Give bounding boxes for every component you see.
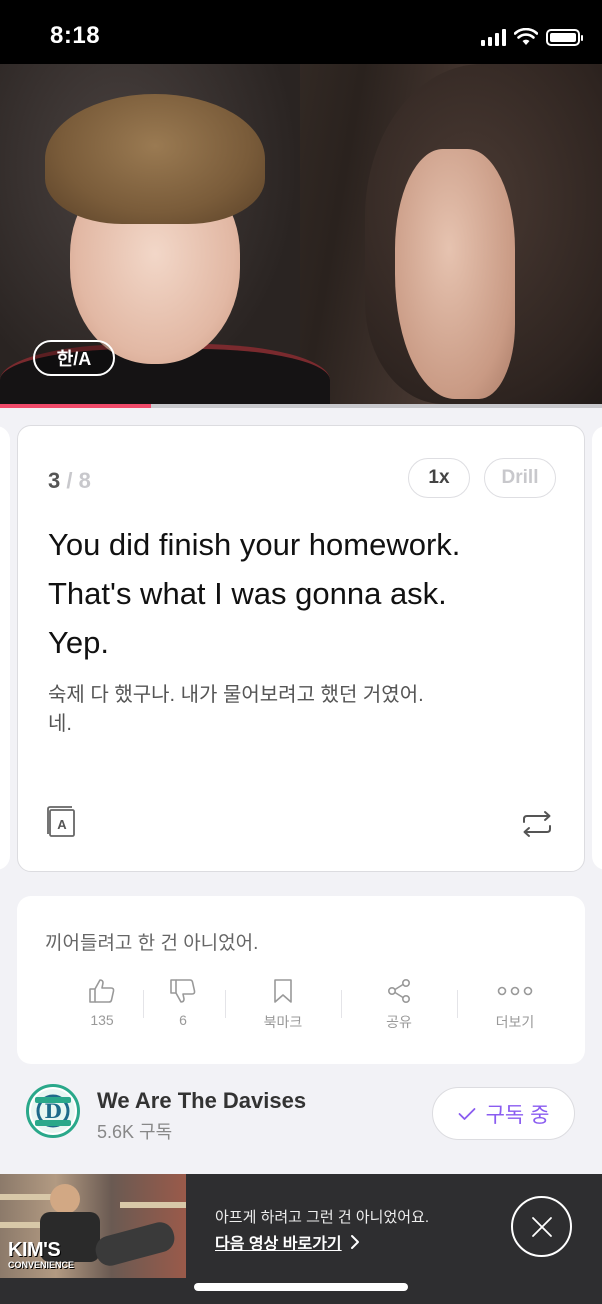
english-subtitles: You did finish your homework. That's wha…	[48, 520, 568, 667]
drill-button[interactable]: Drill	[484, 458, 556, 498]
channel-avatar[interactable]: D	[26, 1084, 80, 1138]
more-button[interactable]: 더보기	[475, 978, 555, 1032]
like-button[interactable]: 135	[62, 978, 142, 1028]
thumbs-down-icon	[170, 979, 196, 1003]
english-line[interactable]: Yep.	[48, 618, 568, 667]
next-line-panel: 끼어들려고 한 건 아니었어. 135 6 북마크 공유 더보기	[17, 896, 585, 1064]
video-player[interactable]: 한/A	[0, 64, 602, 404]
more-icon	[497, 986, 533, 996]
korean-subtitles: 숙제 다 했구나. 내가 물어보려고 했던 거였어. 네.	[48, 681, 568, 739]
bookmark-icon	[274, 979, 292, 1003]
english-line[interactable]: You did finish your homework.	[48, 520, 568, 569]
english-line[interactable]: That's what I was gonna ask.	[48, 569, 568, 618]
korean-line: 네.	[48, 713, 72, 735]
home-indicator[interactable]	[194, 1283, 408, 1291]
battery-icon	[546, 29, 583, 46]
korean-line: 숙제 다 했구나. 내가 물어보려고 했던 거였어.	[48, 684, 424, 706]
status-bar: 8:18	[0, 0, 602, 64]
action-bar: 135 6 북마크 공유 더보기	[45, 978, 565, 1038]
video-progress-bar[interactable]	[0, 404, 602, 408]
card-counter: 3 / 8	[48, 468, 91, 493]
card-current: 3	[48, 468, 61, 493]
speed-button[interactable]: 1x	[408, 458, 470, 498]
thumbs-up-icon	[89, 979, 115, 1003]
dictionary-icon[interactable]: A	[46, 806, 76, 838]
signal-icon	[481, 28, 506, 46]
check-icon	[458, 1107, 475, 1120]
subtitle-language-toggle[interactable]: 한/A	[33, 340, 115, 376]
close-icon	[531, 1216, 552, 1237]
svg-text:A: A	[57, 817, 67, 832]
previous-card-peek[interactable]	[0, 426, 10, 870]
chevron-right-icon	[350, 1235, 359, 1249]
wifi-icon	[514, 28, 538, 45]
close-banner-button[interactable]	[511, 1196, 572, 1257]
status-time: 8:18	[50, 22, 101, 49]
subscribe-label: 구독 중	[485, 1103, 550, 1127]
next-video-thumbnail[interactable]: KIM'S CONVENIENCE	[0, 1174, 186, 1278]
next-video-link[interactable]: 다음 영상 바로가기	[215, 1230, 360, 1254]
card-total: 8	[78, 468, 91, 493]
bookmark-button[interactable]: 북마크	[243, 978, 323, 1032]
share-button[interactable]: 공유	[359, 978, 439, 1032]
subscribe-button[interactable]: 구독 중	[432, 1087, 575, 1140]
next-line-text: 끼어들려고 한 건 아니었어.	[45, 933, 259, 954]
video-progress-fill	[0, 404, 151, 408]
thumbnail-logo: KIM'S CONVENIENCE	[8, 1239, 75, 1270]
next-video-caption: 아프게 하려고 그런 건 아니었어요.	[215, 1209, 430, 1226]
share-icon	[387, 978, 410, 1003]
channel-subscriber-count: 5.6K 구독	[97, 1122, 173, 1142]
sentence-card: 3 / 8 1x Drill You did finish your homew…	[17, 425, 585, 872]
channel-name[interactable]: We Are The Davises	[97, 1088, 306, 1114]
dislike-button[interactable]: 6	[143, 978, 223, 1028]
repeat-icon[interactable]	[520, 810, 554, 838]
next-card-peek[interactable]	[592, 426, 602, 870]
status-icons	[481, 26, 583, 46]
